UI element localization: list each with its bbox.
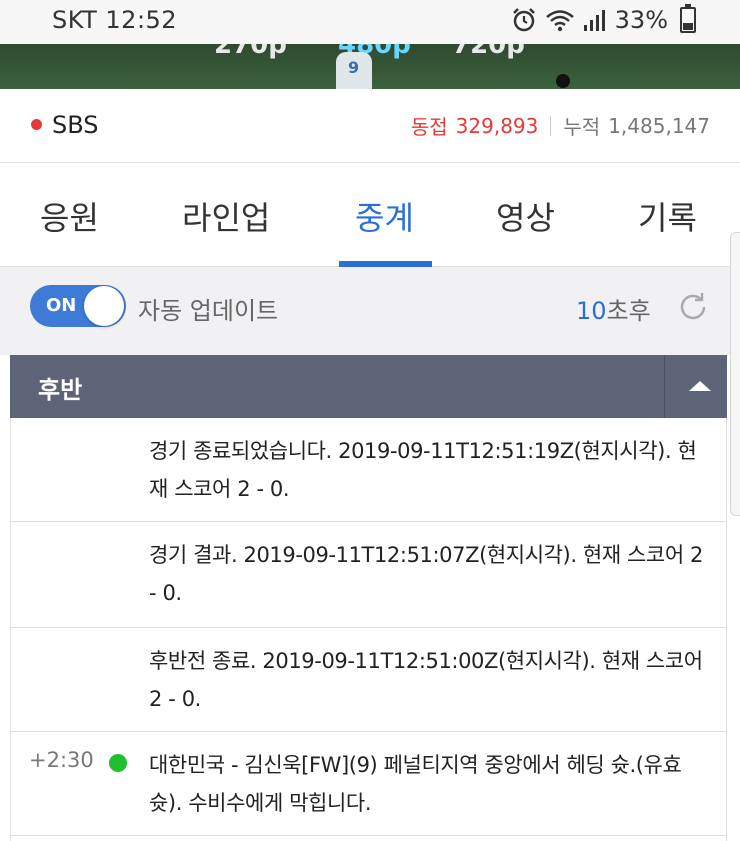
- quality-option-270p[interactable]: 270p: [214, 44, 287, 60]
- carrier-time: SKT 12:52: [52, 6, 178, 34]
- battery-percent: 33%: [614, 6, 668, 34]
- refresh-countdown: 10초후: [576, 291, 651, 326]
- concurrent-count: 329,893: [455, 113, 539, 138]
- tab-video[interactable]: 영상: [496, 193, 555, 239]
- viewer-counts: 동접 329,893 누적 1,485,147: [411, 111, 710, 140]
- event-time: +2:30: [29, 748, 94, 772]
- collapse-button[interactable]: [665, 355, 727, 418]
- event-status-dot-icon: [109, 754, 127, 772]
- video-player-figure: 9: [336, 52, 372, 89]
- status-bar: SKT 12:52 33%: [0, 0, 740, 44]
- event-text: 경기 종료되었습니다. 2019-09-11T12:51:19Z(현지시각). …: [149, 439, 697, 501]
- refresh-icon[interactable]: [676, 290, 710, 324]
- event-text: 대한민국 - 김신욱[FW](9) 페널티지역 중앙에서 헤딩 슛.(유효슛).…: [149, 753, 682, 815]
- event-text: 후반전 종료. 2019-09-11T12:51:00Z(현지시각). 현재 스…: [149, 649, 703, 711]
- tab-bar: 응원 라인업 중계 영상 기록: [0, 163, 740, 267]
- signal-icon: [583, 10, 605, 31]
- channel-name[interactable]: SBS: [52, 111, 99, 139]
- event-row: 경기 결과. 2019-09-11T12:51:07Z(현지시각). 현재 스코…: [11, 522, 726, 628]
- event-row: +2:30 대한민국 - 김신욱[FW](9) 페널티지역 중앙에서 헤딩 슛.…: [11, 732, 726, 836]
- ball: [556, 74, 570, 88]
- wifi-icon: [545, 10, 574, 32]
- status-icons: 33%: [511, 4, 696, 34]
- event-row: 경기 종료되었습니다. 2019-09-11T12:51:19Z(현지시각). …: [11, 418, 726, 522]
- event-row: 후반전 종료. 2019-09-11T12:51:00Z(현지시각). 현재 스…: [11, 628, 726, 732]
- cumulative-label: 누적: [563, 115, 601, 139]
- battery-icon: [680, 4, 696, 33]
- toggle-label: ON: [46, 295, 77, 316]
- tab-record[interactable]: 기록: [638, 193, 697, 239]
- live-indicator-icon: [31, 119, 42, 130]
- tab-lineup[interactable]: 라인업: [182, 193, 270, 239]
- half-header[interactable]: [10, 355, 727, 418]
- divider: [550, 115, 552, 136]
- tab-cheer[interactable]: 응원: [40, 193, 99, 239]
- video-player[interactable]: 270p 480p 720p 9: [0, 44, 740, 89]
- event-list: 경기 종료되었습니다. 2019-09-11T12:51:19Z(현지시각). …: [10, 418, 727, 841]
- countdown-number: 10: [576, 297, 607, 325]
- auto-update-label: 자동 업데이트: [138, 297, 279, 325]
- half-title: 후반: [38, 376, 83, 404]
- toggle-knob[interactable]: [84, 286, 124, 326]
- tab-relay[interactable]: 중계: [355, 193, 414, 239]
- quality-option-720p[interactable]: 720p: [452, 44, 525, 60]
- countdown-suffix: 초후: [606, 297, 651, 325]
- cumulative-count: 1,485,147: [608, 113, 710, 138]
- event-text: 경기 결과. 2019-09-11T12:51:07Z(현지시각). 현재 스코…: [149, 543, 704, 605]
- alarm-icon: [512, 8, 535, 32]
- concurrent-label: 동접: [410, 115, 448, 139]
- player-number: 9: [348, 58, 360, 77]
- scroll-handle[interactable]: [730, 232, 740, 516]
